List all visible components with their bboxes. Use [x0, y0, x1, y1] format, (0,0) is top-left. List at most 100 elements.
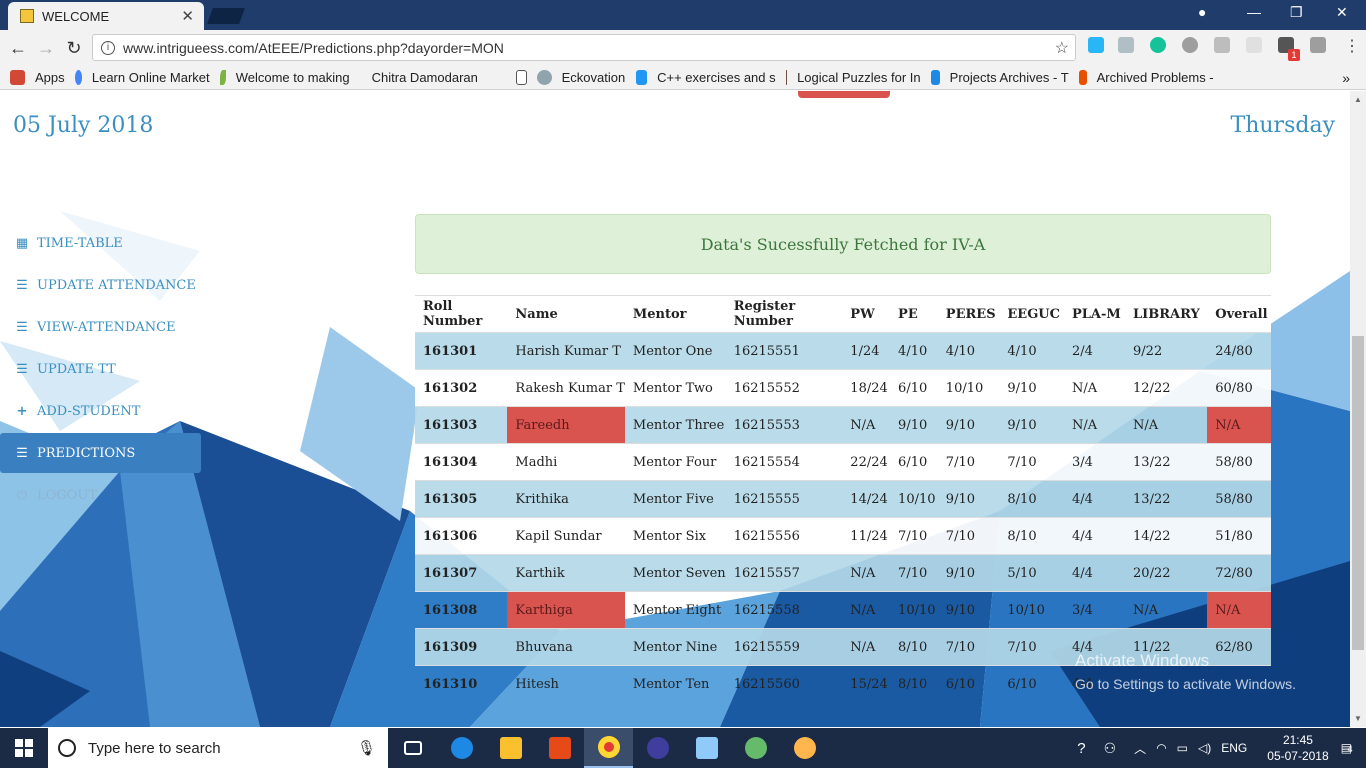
app-icon — [548, 737, 571, 759]
action-center-icon[interactable]: ▤ 4 — [1341, 741, 1353, 755]
taskbar-atom[interactable] — [731, 728, 780, 768]
sidebar-item-label: ADD-STUDENT — [37, 403, 141, 419]
taskbar-virtualbox[interactable] — [682, 728, 731, 768]
extension-icon[interactable] — [1310, 37, 1326, 53]
sidebar-item-time-table[interactable]: ▦ TIME-TABLE — [0, 223, 201, 263]
taskbar-file-explorer[interactable] — [486, 728, 535, 768]
table-cell: 51/80 — [1207, 517, 1271, 555]
table-cell: 161303 — [415, 406, 508, 444]
bookmark-star-icon[interactable]: ☆ — [1055, 38, 1069, 58]
extension-icon[interactable] — [1118, 37, 1134, 53]
success-alert: Data's Sucessfully Fetched for IV-A — [415, 214, 1271, 274]
windows-icon — [15, 739, 33, 757]
alert-text: Data's Sucessfully Fetched for IV-A — [700, 234, 986, 254]
restore-icon[interactable]: ❐ — [1290, 4, 1303, 21]
list-icon: ☰ — [16, 277, 28, 293]
taskbar-edge[interactable] — [437, 728, 486, 768]
chevron-up-icon[interactable]: ︿ — [1134, 740, 1146, 757]
people-icon[interactable]: ⚇ — [1104, 740, 1117, 757]
table-row: 161307 Karthik Mentor Seven 16215557 N/A 7/10… — [415, 554, 1271, 592]
bookmark-item[interactable]: Logical Puzzles for In — [785, 70, 921, 85]
eclipse-icon — [646, 737, 669, 759]
reload-icon[interactable]: ↻ — [60, 38, 88, 59]
table-cell: Mentor Six — [624, 517, 726, 555]
table-cell: 16215559 — [725, 628, 843, 666]
back-icon[interactable]: ← — [4, 38, 32, 59]
language-indicator[interactable]: ENG — [1221, 741, 1247, 755]
puzzle-icon — [785, 70, 788, 85]
sidebar-item-update-tt[interactable]: ☰ UPDATE TT — [0, 349, 201, 389]
bookmark-item[interactable]: Archived Problems - — [1078, 70, 1214, 85]
start-button[interactable] — [0, 728, 48, 768]
taskbar-paint[interactable] — [780, 728, 829, 768]
table-cell: 161305 — [415, 480, 508, 518]
eckovation-icon — [536, 70, 552, 85]
table-cell: 9/10 — [999, 406, 1064, 444]
bookmark-item[interactable]: Projects Archives - T — [930, 70, 1069, 85]
sidebar-item-view-attendance[interactable]: ☰ VIEW-ATTENDANCE — [0, 307, 201, 347]
bookmark-label: Chitra Damodaran — [371, 70, 478, 85]
bookmark-apps[interactable]: Apps — [10, 70, 65, 85]
chrome-icon — [597, 736, 620, 758]
clock[interactable]: 21:45 05-07-2018 — [1267, 732, 1328, 764]
scroll-down-icon[interactable]: ▼ — [1352, 714, 1364, 723]
forward-icon[interactable]: → — [32, 38, 60, 59]
minimize-icon[interactable]: — — [1247, 4, 1261, 20]
help-icon[interactable]: ? — [1077, 740, 1085, 757]
task-view-button[interactable] — [388, 728, 437, 768]
table-cell: 10/10 — [890, 480, 938, 518]
taskbar-eclipse[interactable] — [633, 728, 682, 768]
activate-windows-subtitle: Go to Settings to activate Windows. — [1075, 676, 1296, 692]
bookmark-item[interactable]: Welcome to making — [219, 70, 350, 85]
table-cell: N/A — [842, 554, 891, 592]
system-tray: ? ⚇ ︿ ◠ ▭ ◁) ENG 21:45 05-07-2018 ▤ 4 — [1077, 728, 1366, 768]
bookmark-item[interactable]: Learn Online Market — [74, 70, 210, 85]
info-icon[interactable]: i — [101, 40, 115, 55]
table-cell: 15/24 — [842, 665, 891, 703]
profile-icon[interactable]: ● — [1198, 4, 1206, 20]
bookmark-item[interactable]: C++ exercises and s — [635, 70, 776, 85]
current-day: Thursday — [1230, 113, 1335, 138]
volume-icon[interactable]: ◁) — [1198, 741, 1211, 755]
bookmark-item[interactable]: Chitra Damodaran — [372, 70, 506, 85]
address-bar[interactable]: i www.intrigueess.com/AtEEE/Predictions.… — [92, 34, 1076, 61]
taskbar-search-box[interactable]: Type here to search 🎙 — [48, 728, 388, 768]
php-icon[interactable] — [1246, 37, 1262, 53]
extension-icon[interactable] — [1182, 37, 1198, 53]
extension-icon[interactable] — [1214, 37, 1230, 53]
paint-icon — [793, 737, 816, 759]
table-cell: 161307 — [415, 554, 508, 592]
page-content: 05 July 2018 Thursday ▦ TIME-TABLE ☰ UPD… — [0, 91, 1350, 727]
bookmark-item[interactable]: Eckovation — [515, 70, 626, 85]
sidebar-item-logout[interactable]: ⏻ LOGOUT — [0, 475, 201, 515]
sidebar-item-add-student[interactable]: + ADD-STUDENT — [0, 391, 201, 431]
close-tab-icon[interactable]: ✕ — [181, 7, 194, 25]
column-header: PE — [890, 295, 938, 333]
microphone-icon[interactable]: 🎙 — [357, 739, 376, 757]
battery-icon[interactable]: ▭ — [1177, 741, 1188, 755]
browser-tab[interactable]: WELCOME ✕ — [8, 2, 204, 30]
extension-icon[interactable] — [1088, 37, 1104, 53]
table-cell: Karthiga — [507, 591, 625, 629]
table-cell: 6/10 — [937, 665, 1000, 703]
sidebar-item-update-attendance[interactable]: ☰ UPDATE ATTENDANCE — [0, 265, 201, 305]
table-cell: 4/4 — [1063, 480, 1126, 518]
action-center-count: 4 — [1347, 744, 1353, 754]
grammarly-icon[interactable] — [1150, 37, 1166, 53]
sidebar-item-predictions[interactable]: ☰ PREDICTIONS — [0, 433, 201, 473]
taskbar-app[interactable] — [535, 728, 584, 768]
taskbar-chrome[interactable] — [584, 728, 633, 768]
menu-icon[interactable]: ⋮ — [1344, 36, 1360, 56]
table-row: 161304 Madhi Mentor Four 16215554 22/24 6/10 7… — [415, 443, 1271, 481]
wifi-icon[interactable]: ◠ — [1156, 741, 1166, 755]
sidebar-item-label: TIME-TABLE — [37, 235, 123, 251]
notification-badge: 1 — [1288, 49, 1300, 61]
table-cell: Madhi — [507, 443, 625, 481]
scroll-up-icon[interactable]: ▲ — [1352, 95, 1364, 104]
scrollbar-thumb[interactable] — [1352, 336, 1364, 650]
calendar-icon: ▦ — [15, 235, 29, 251]
new-tab-button[interactable] — [207, 8, 245, 24]
close-window-icon[interactable]: ✕ — [1336, 4, 1348, 21]
more-bookmarks-icon[interactable]: » — [1342, 70, 1350, 86]
table-cell: 60/80 — [1207, 369, 1271, 407]
